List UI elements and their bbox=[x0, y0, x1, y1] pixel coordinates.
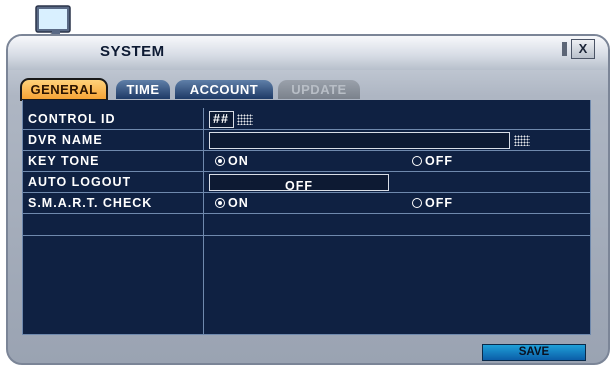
control-id-value: ## bbox=[213, 112, 229, 126]
dvr-name-input[interactable] bbox=[209, 132, 510, 149]
row-control-id: CONTROL ID ## bbox=[23, 109, 590, 130]
row-smart-check: S.M.A.R.T. CHECK ON OFF bbox=[23, 193, 590, 214]
row-key-tone: KEY TONE ON OFF bbox=[23, 151, 590, 172]
smart-check-off-radio[interactable] bbox=[412, 198, 422, 208]
tab-account[interactable]: ACCOUNT bbox=[175, 80, 273, 99]
row-dvr-name: DVR NAME bbox=[23, 130, 590, 151]
key-tone-on-label: ON bbox=[228, 154, 249, 168]
title-bar: SYSTEM X bbox=[8, 36, 608, 70]
auto-logout-select[interactable]: OFF bbox=[209, 174, 389, 193]
smart-check-on-radio[interactable] bbox=[215, 198, 225, 208]
close-button[interactable]: X bbox=[571, 39, 595, 59]
auto-logout-value: OFF bbox=[285, 179, 313, 193]
row-auto-logout: AUTO LOGOUT OFF bbox=[23, 172, 590, 193]
control-id-label: CONTROL ID bbox=[28, 112, 116, 126]
tab-general[interactable]: GENERAL bbox=[20, 78, 108, 101]
key-tone-on-radio[interactable] bbox=[215, 156, 225, 166]
control-id-field[interactable]: ## bbox=[209, 111, 234, 128]
auto-logout-label: AUTO LOGOUT bbox=[28, 175, 132, 189]
row-empty bbox=[23, 214, 590, 236]
dvr-name-label: DVR NAME bbox=[28, 133, 103, 147]
panel-header-strip bbox=[22, 100, 591, 108]
smart-check-off-label: OFF bbox=[425, 196, 453, 210]
tab-update: UPDATE bbox=[278, 80, 360, 99]
window-title: SYSTEM bbox=[100, 43, 165, 60]
general-settings-panel: CONTROL ID ## DVR NAME KEY TONE ON OFF A… bbox=[22, 100, 591, 335]
key-tone-off-label: OFF bbox=[425, 154, 453, 168]
key-tone-off-radio[interactable] bbox=[412, 156, 422, 166]
tab-time[interactable]: TIME bbox=[116, 80, 170, 99]
save-button[interactable]: SAVE bbox=[482, 344, 586, 361]
keypad-icon[interactable] bbox=[237, 114, 253, 125]
keypad-icon[interactable] bbox=[514, 135, 530, 146]
smart-check-on-label: ON bbox=[228, 196, 249, 210]
minimize-icon[interactable] bbox=[562, 42, 567, 56]
smart-check-label: S.M.A.R.T. CHECK bbox=[28, 196, 153, 210]
key-tone-label: KEY TONE bbox=[28, 154, 100, 168]
